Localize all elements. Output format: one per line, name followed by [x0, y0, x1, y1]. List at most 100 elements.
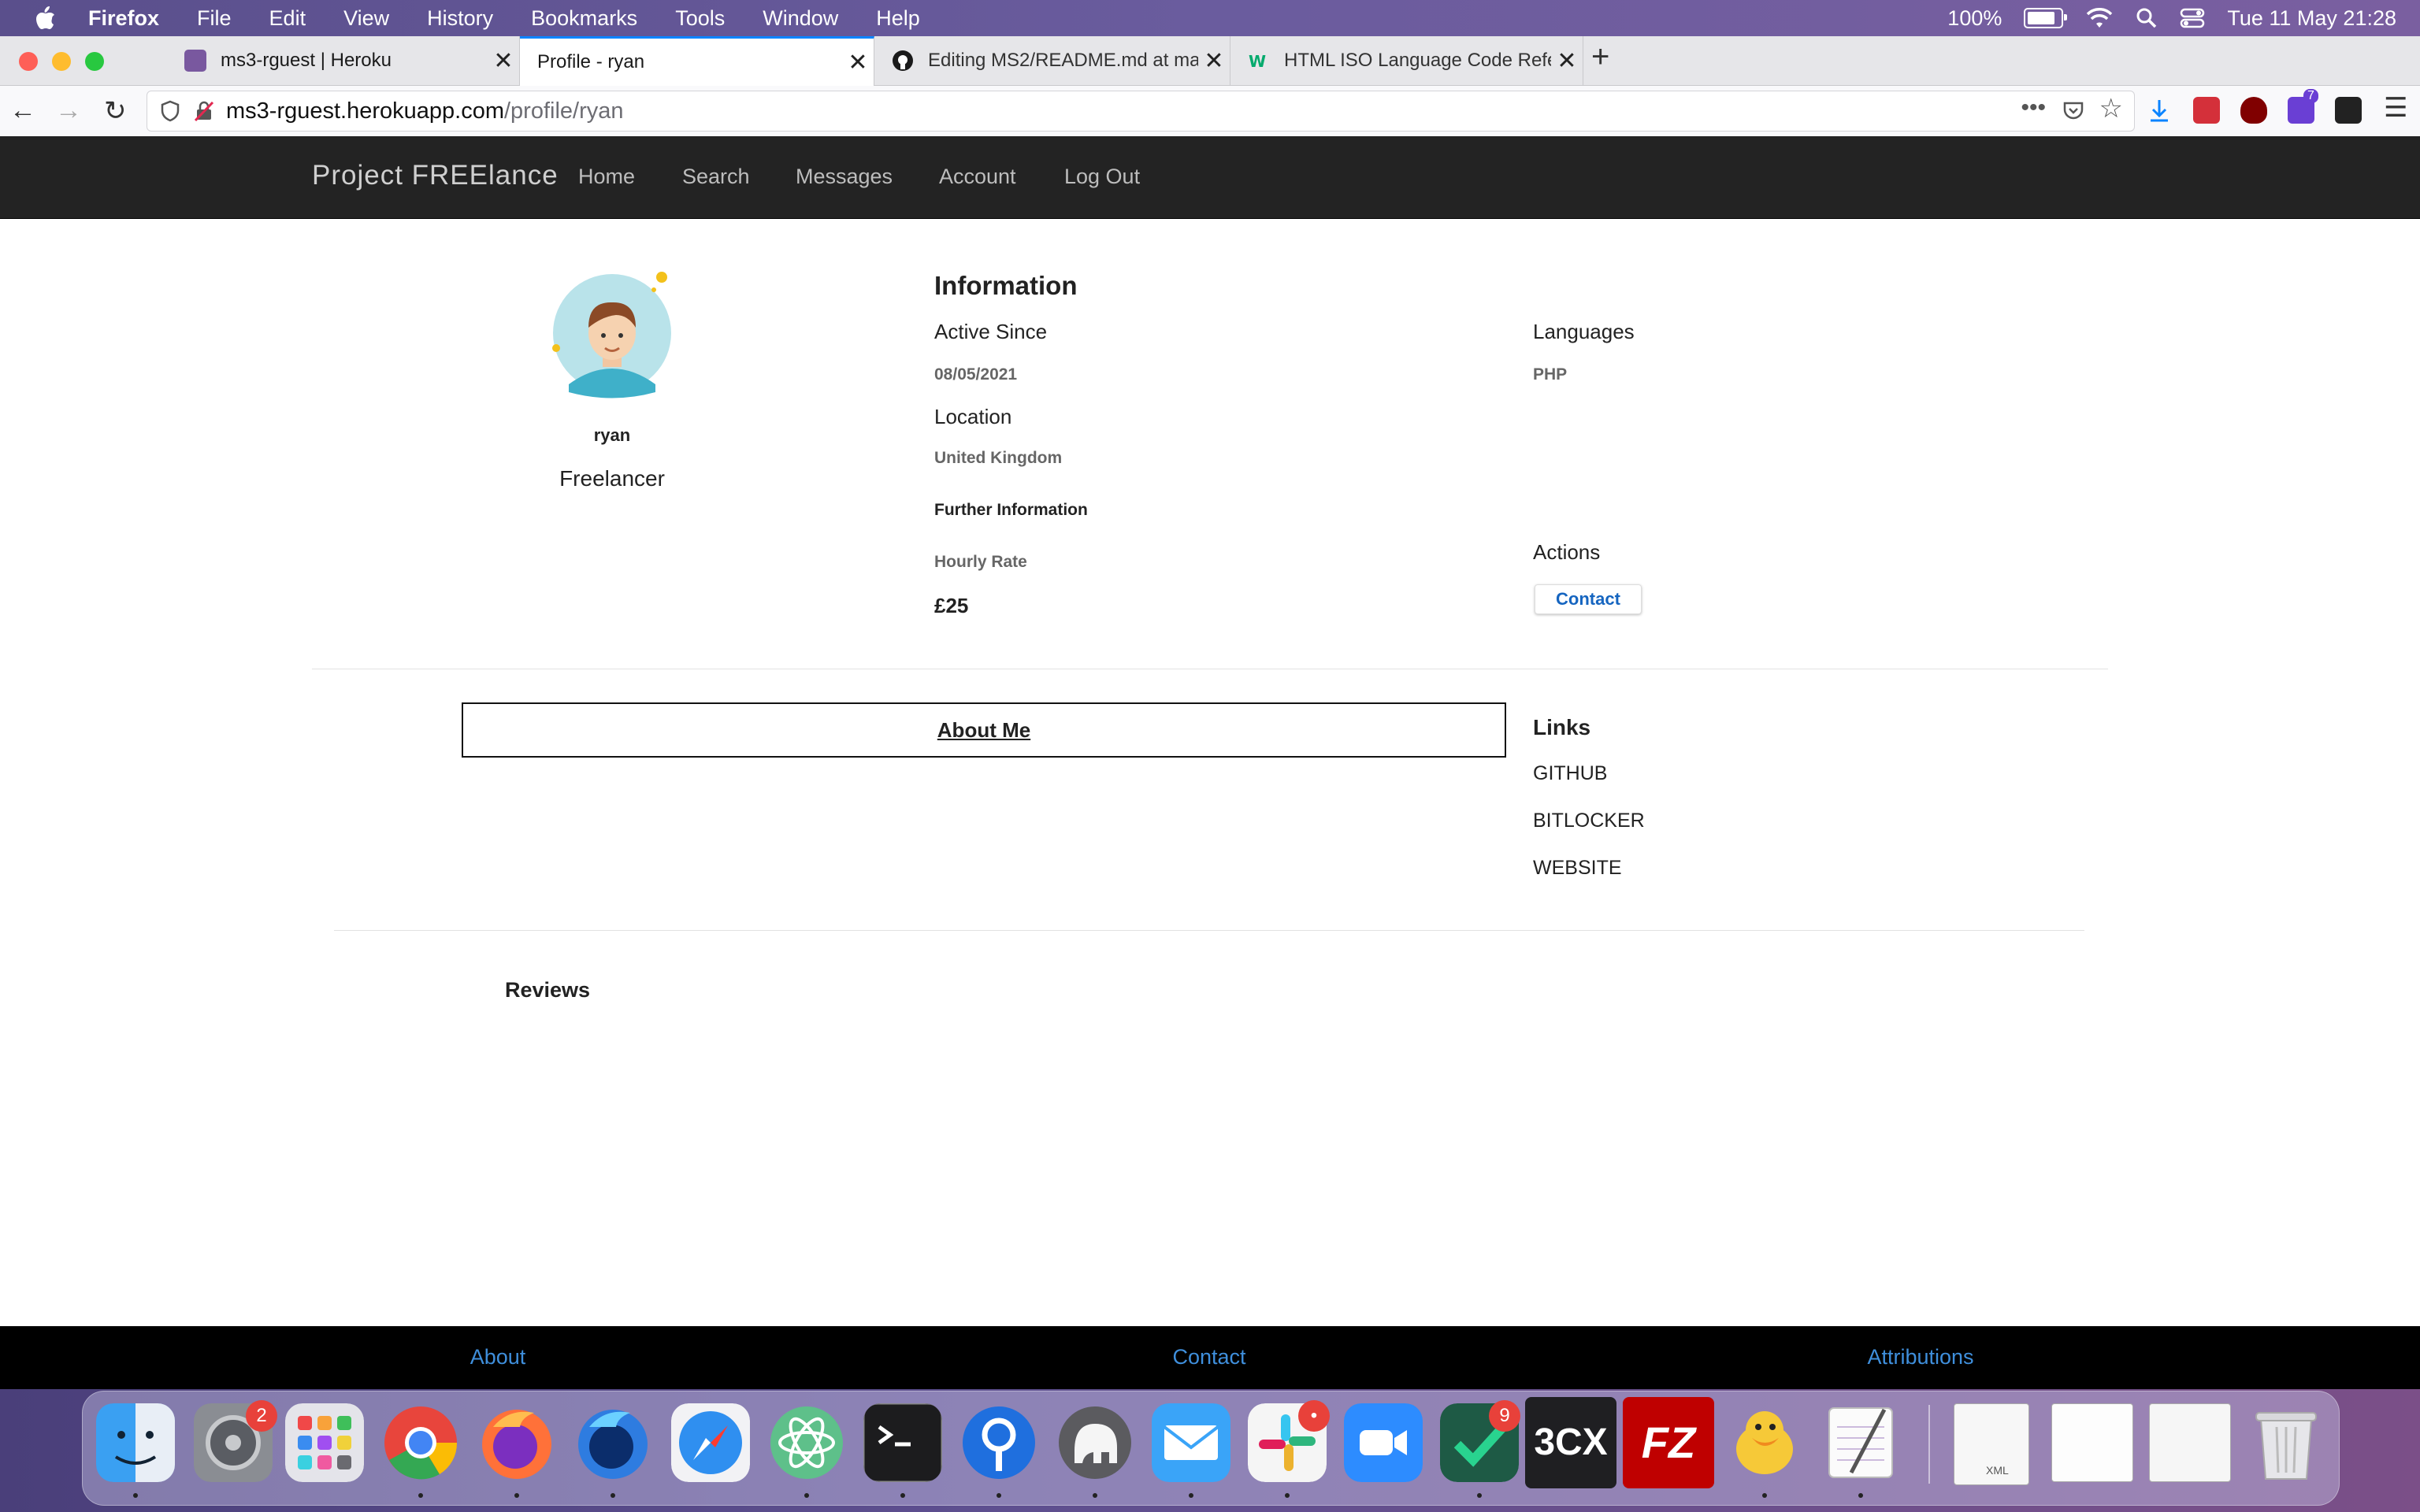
tab-close-icon[interactable]: ✕ — [1551, 47, 1583, 75]
tab-close-icon[interactable]: ✕ — [1198, 47, 1230, 75]
footer-attributions-link[interactable]: Attributions — [1867, 1345, 1973, 1369]
safari-icon[interactable] — [671, 1403, 750, 1482]
battery-icon[interactable] — [2024, 8, 2068, 28]
filezilla-icon[interactable]: FZ — [1623, 1397, 1714, 1488]
menu-help[interactable]: Help — [876, 6, 920, 31]
tab-close-icon[interactable]: ✕ — [842, 49, 874, 76]
window-close-button[interactable] — [19, 52, 38, 71]
recent-screenshot-thumbnail[interactable] — [2149, 1403, 2231, 1482]
tab-w3schools[interactable]: W HTML ISO Language Code Refe ✕ — [1230, 36, 1583, 85]
tab-heroku[interactable]: ms3-rguest | Heroku ✕ — [167, 36, 520, 85]
bookmark-star-icon[interactable]: ☆ — [2099, 93, 2123, 124]
tracking-shield-icon[interactable] — [160, 100, 180, 122]
running-indicator — [1285, 1493, 1290, 1498]
menu-app-firefox[interactable]: Firefox — [88, 6, 159, 31]
new-tab-plus-icon[interactable]: + — [1591, 39, 1609, 75]
xml-document-label: XML — [1986, 1464, 2009, 1477]
textedit-icon[interactable] — [1821, 1403, 1900, 1482]
macos-menu-bar: Firefox File Edit View History Bookmarks… — [0, 0, 2420, 36]
tab-title: ms3-rguest | Heroku — [221, 50, 392, 71]
hamburger-menu-icon[interactable]: ☰ — [2384, 92, 2407, 124]
menu-bookmarks[interactable]: Bookmarks — [531, 6, 637, 31]
page-actions-icon[interactable]: ••• — [2021, 94, 2046, 121]
reload-icon[interactable]: ↻ — [104, 95, 127, 127]
apple-logo-icon[interactable] — [32, 5, 57, 32]
nav-account[interactable]: Account — [939, 165, 1016, 189]
running-indicator — [611, 1493, 615, 1498]
site-brand[interactable]: Project FREElance — [312, 160, 559, 191]
tab-github-readme[interactable]: Editing MS2/README.md at ma ✕ — [874, 36, 1230, 85]
menu-window[interactable]: Window — [763, 6, 838, 31]
menu-history[interactable]: History — [427, 6, 493, 31]
finder-icon[interactable] — [96, 1403, 175, 1482]
tab-profile-ryan[interactable]: Profile - ryan ✕ — [520, 36, 874, 86]
notification-badge: 9 — [1489, 1400, 1520, 1432]
menu-file[interactable]: File — [197, 6, 232, 31]
window-minimize-button[interactable] — [52, 52, 71, 71]
location-value: United Kingdom — [934, 449, 1063, 467]
link-bitlocker[interactable]: BITLOCKER — [1533, 810, 1645, 832]
spotlight-search-icon[interactable] — [2136, 7, 2158, 29]
link-website[interactable]: WEBSITE — [1533, 857, 1622, 880]
firefox-icon[interactable] — [477, 1403, 556, 1482]
atom-icon[interactable] — [767, 1403, 846, 1482]
clock[interactable]: Tue 11 May 21:28 — [2227, 6, 2396, 31]
running-indicator — [1093, 1493, 1097, 1498]
menu-view[interactable]: View — [343, 6, 389, 31]
chrome-icon[interactable] — [381, 1403, 460, 1482]
wifi-icon[interactable] — [2085, 7, 2114, 29]
profile-username: ryan — [593, 425, 631, 445]
languages-label: Languages — [1533, 320, 1635, 343]
reviews-heading: Reviews — [505, 978, 591, 1002]
trash-icon[interactable] — [2247, 1403, 2325, 1482]
running-indicator — [133, 1493, 138, 1498]
notification-badge: 2 — [246, 1400, 277, 1432]
notification-badge: • — [1298, 1400, 1330, 1432]
firefox-developer-edition-icon[interactable] — [573, 1403, 652, 1482]
window-zoom-button[interactable] — [85, 52, 104, 71]
site-footer: About Contact Attributions — [0, 1326, 2420, 1389]
contact-button[interactable]: Contact — [1535, 584, 1642, 614]
3cx-app-icon[interactable]: 3CX — [1525, 1397, 1616, 1488]
nav-home[interactable]: Home — [578, 165, 635, 189]
hourly-rate-label: Hourly Rate — [934, 553, 1027, 571]
active-since-value: 08/05/2021 — [934, 365, 1018, 384]
downloads-icon[interactable] — [2146, 97, 2173, 124]
sourcetree-icon[interactable] — [959, 1403, 1038, 1482]
running-indicator — [997, 1493, 1001, 1498]
forward-arrow-icon[interactable]: → — [55, 95, 82, 126]
back-arrow-icon[interactable]: ← — [9, 95, 36, 126]
battery-percent: 100% — [1947, 6, 2002, 30]
bh-extension-icon[interactable] — [2335, 97, 2362, 124]
profile-role: Freelancer — [559, 466, 665, 491]
further-information-label: Further Information — [934, 501, 1088, 519]
nav-logout[interactable]: Log Out — [1064, 165, 1140, 189]
zoom-icon[interactable] — [1344, 1403, 1423, 1482]
url-text: ms3-rguest.herokuapp.com/profile/ryan — [226, 98, 624, 124]
url-bar[interactable]: ms3-rguest.herokuapp.com/profile/ryan ••… — [147, 91, 2135, 132]
about-me-button[interactable]: About Me — [462, 702, 1506, 758]
footer-contact-link[interactable]: Contact — [1172, 1345, 1245, 1369]
mail-icon[interactable] — [1152, 1403, 1230, 1482]
menu-tools[interactable]: Tools — [675, 6, 725, 31]
insecure-lock-icon[interactable] — [193, 100, 215, 122]
launchpad-icon[interactable] — [285, 1403, 364, 1482]
control-center-icon[interactable] — [2180, 7, 2205, 29]
cyberduck-icon[interactable] — [1725, 1403, 1804, 1482]
nav-messages[interactable]: Messages — [796, 165, 893, 189]
nav-search[interactable]: Search — [682, 165, 750, 189]
tab-close-icon[interactable]: ✕ — [488, 47, 519, 75]
terminal-icon[interactable] — [863, 1403, 942, 1482]
xml-document-icon[interactable]: XML — [1954, 1403, 2029, 1485]
extension-badge: 7 — [2303, 89, 2318, 103]
menu-edit[interactable]: Edit — [269, 6, 306, 31]
url-path: /profile/ryan — [504, 98, 624, 124]
link-github[interactable]: GITHUB — [1533, 762, 1607, 785]
pocket-icon[interactable] — [2062, 99, 2085, 123]
running-indicator — [1858, 1493, 1863, 1498]
recent-document-thumbnail[interactable] — [2051, 1403, 2133, 1482]
footer-about-link[interactable]: About — [470, 1345, 526, 1369]
tableplus-elephant-icon[interactable] — [1056, 1403, 1134, 1482]
lastpass-extension-icon[interactable] — [2193, 97, 2220, 124]
ublock-origin-icon[interactable] — [2240, 97, 2267, 124]
